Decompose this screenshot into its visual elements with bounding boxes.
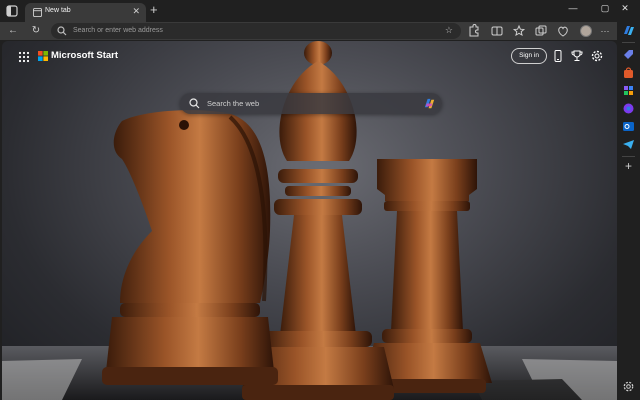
tab-close-button[interactable]: ✕ bbox=[132, 6, 140, 17]
new-tab-button[interactable]: + bbox=[150, 3, 158, 17]
edge-sidebar: + bbox=[617, 22, 640, 400]
outlook-icon[interactable] bbox=[622, 120, 635, 133]
copilot-icon[interactable] bbox=[622, 24, 635, 37]
back-button[interactable]: ← bbox=[6, 24, 20, 38]
more-icon[interactable]: ··· bbox=[598, 24, 612, 38]
split-screen-icon[interactable] bbox=[490, 24, 504, 38]
address-placeholder: Search or enter web address bbox=[73, 27, 163, 34]
apps-launcher-icon[interactable] bbox=[18, 51, 30, 63]
tab-title: New tab bbox=[45, 7, 71, 14]
sidebar-divider bbox=[622, 42, 635, 43]
new-tab-page: Microsoft Start Sign in Search the web bbox=[2, 41, 617, 400]
extensions-icon[interactable] bbox=[466, 24, 480, 38]
knight-piece bbox=[102, 110, 278, 385]
settings-gear-icon[interactable] bbox=[590, 49, 604, 63]
profile-icon[interactable] bbox=[580, 25, 592, 37]
telegram-icon[interactable] bbox=[622, 138, 635, 151]
sign-in-button[interactable]: Sign in bbox=[511, 48, 547, 64]
sidebar-settings-icon[interactable] bbox=[622, 380, 635, 393]
add-favorite-icon[interactable]: ☆ bbox=[445, 25, 453, 36]
search-tag-icon[interactable] bbox=[622, 48, 635, 61]
favorites-icon[interactable] bbox=[512, 24, 526, 38]
brand-title[interactable]: Microsoft Start bbox=[51, 50, 118, 61]
new-tab-icon bbox=[33, 8, 42, 17]
microsoft-logo-icon bbox=[38, 51, 48, 61]
phone-icon[interactable] bbox=[551, 49, 565, 63]
title-bar: New tab ✕ + — ▢ ✕ bbox=[0, 0, 640, 22]
close-window-button[interactable]: ✕ bbox=[610, 0, 640, 18]
add-icon[interactable]: + bbox=[622, 160, 635, 173]
search-icon bbox=[189, 98, 200, 109]
minimize-button[interactable]: — bbox=[557, 0, 589, 18]
web-search-box[interactable]: Search the web bbox=[180, 93, 442, 114]
copilot-icon[interactable] bbox=[422, 96, 437, 111]
rewards-trophy-icon[interactable] bbox=[570, 49, 584, 63]
address-bar[interactable]: Search or enter web address ☆ bbox=[51, 23, 461, 39]
shopping-bag-icon[interactable] bbox=[622, 66, 635, 79]
browser-essentials-icon[interactable] bbox=[556, 24, 570, 38]
office-icon[interactable] bbox=[622, 84, 635, 97]
refresh-button[interactable]: ↻ bbox=[29, 24, 43, 38]
tab-actions-icon[interactable] bbox=[6, 5, 18, 17]
collections-icon[interactable] bbox=[534, 24, 548, 38]
search-icon bbox=[57, 26, 67, 36]
tab-new-tab[interactable]: New tab ✕ bbox=[25, 3, 146, 22]
sidebar-divider bbox=[622, 156, 635, 157]
navigation-toolbar: ← ↻ Search or enter web address ☆ ··· bbox=[0, 22, 640, 40]
games-icon[interactable] bbox=[622, 102, 635, 115]
search-placeholder: Search the web bbox=[207, 99, 260, 108]
